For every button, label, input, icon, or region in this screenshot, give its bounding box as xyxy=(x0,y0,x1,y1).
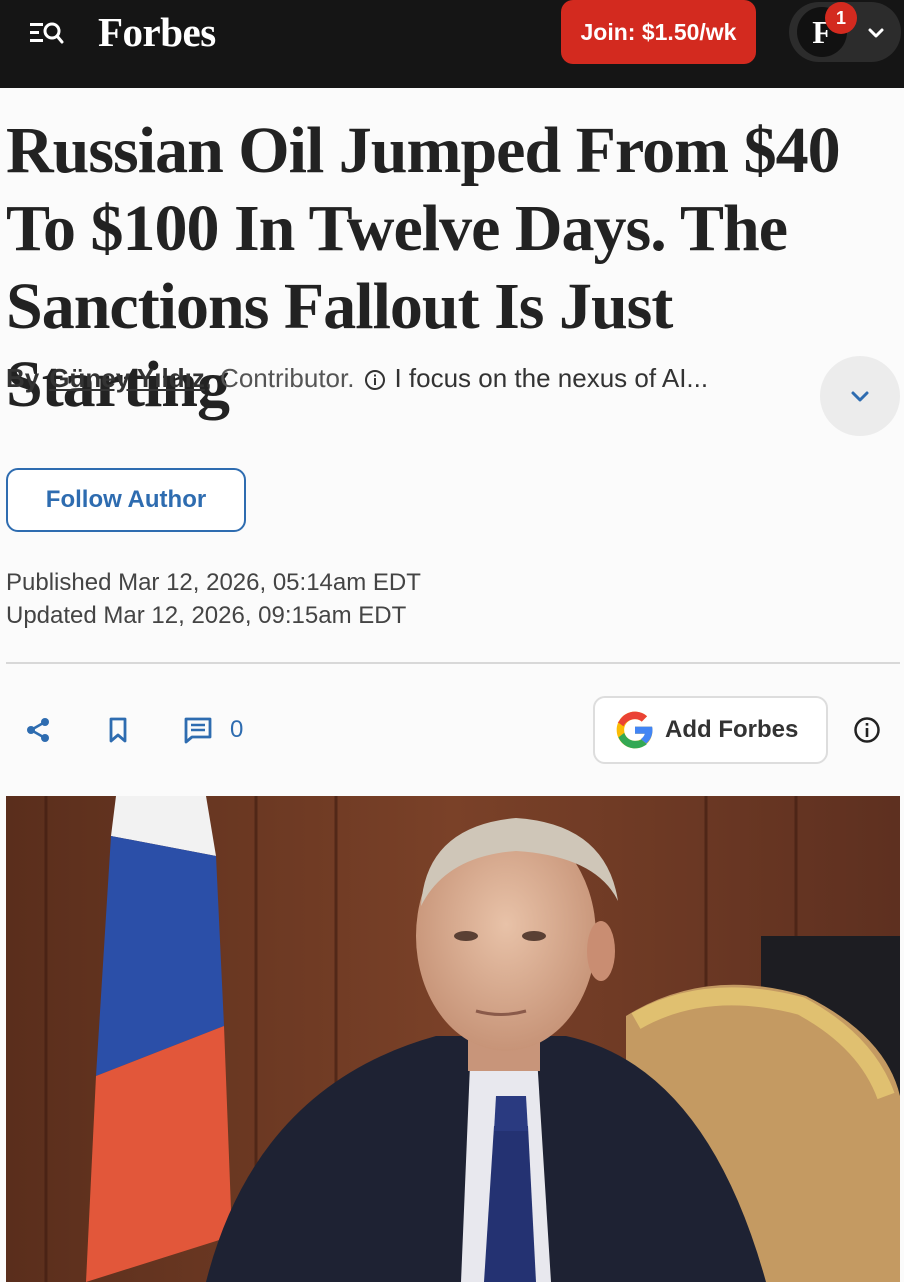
chevron-down-icon[interactable] xyxy=(865,22,887,44)
menu-search-icon[interactable] xyxy=(26,18,66,52)
share-icon[interactable] xyxy=(20,712,56,748)
author-bio: I focus on the nexus of AI... xyxy=(394,362,709,393)
published-date: Published Mar 12, 2026, 05:14am EDT xyxy=(6,569,421,596)
notification-badge: 1 xyxy=(825,2,857,34)
byline-comma: , xyxy=(204,362,213,393)
info-icon[interactable] xyxy=(364,367,386,390)
author-link[interactable]: Güney Yıldız xyxy=(49,363,205,394)
comment-icon[interactable] xyxy=(180,712,216,748)
article-hero-photo xyxy=(6,796,900,1282)
add-forbes-google-button[interactable]: Add Forbes xyxy=(593,696,828,764)
join-subscribe-button[interactable]: Join: $1.50/wk xyxy=(561,0,756,64)
by-label: By xyxy=(6,362,40,393)
comment-count[interactable]: 0 xyxy=(230,716,243,744)
info-icon[interactable] xyxy=(849,712,885,748)
byline: By Güney Yıldız , Contributor. I focus o… xyxy=(6,358,806,398)
chevron-down-icon xyxy=(851,391,869,402)
updated-date: Updated Mar 12, 2026, 09:15am EDT xyxy=(6,602,407,629)
divider xyxy=(6,662,900,664)
forbes-logo[interactable]: Forbes xyxy=(98,8,216,56)
article-dates: Published Mar 12, 2026, 05:14am EDT Upda… xyxy=(6,566,421,632)
top-navigation-bar: Forbes Join: $1.50/wk F 1 xyxy=(0,0,904,88)
follow-author-button[interactable]: Follow Author xyxy=(6,468,246,532)
add-forbes-label: Add Forbes xyxy=(665,716,799,743)
expand-byline-button[interactable] xyxy=(820,356,900,436)
google-icon xyxy=(616,711,653,749)
account-menu[interactable]: F 1 xyxy=(789,2,901,62)
author-role: Contributor. xyxy=(220,362,355,393)
bookmark-icon[interactable] xyxy=(100,712,136,748)
